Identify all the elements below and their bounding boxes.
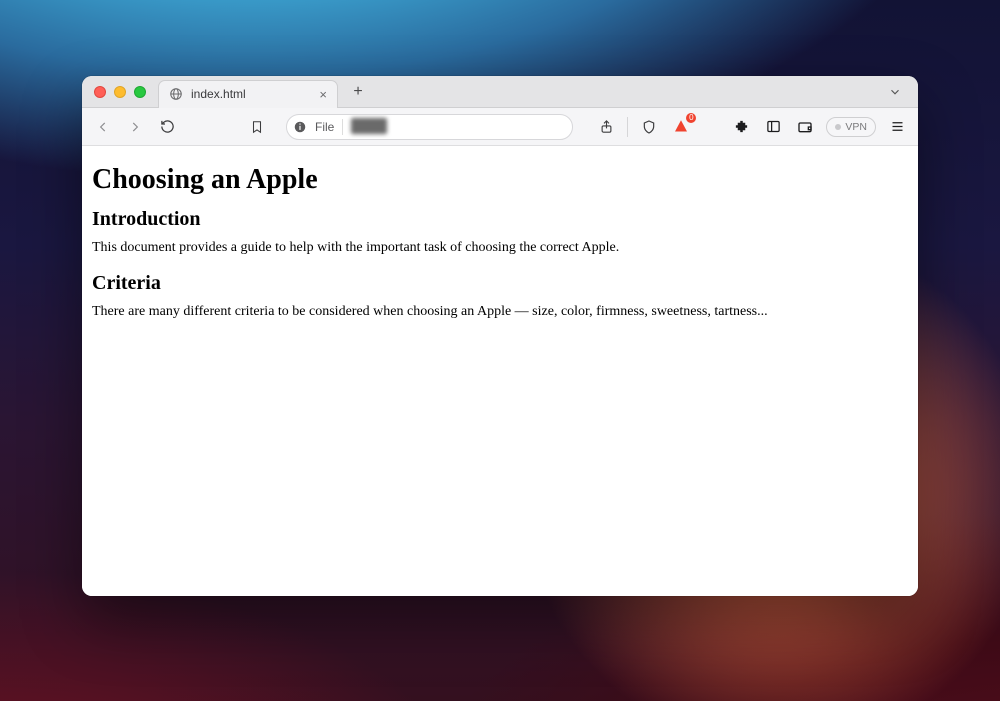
extensions-button[interactable]	[730, 116, 752, 138]
url-text[interactable]	[351, 118, 566, 136]
address-bar-wrapper: File	[278, 114, 581, 140]
page-viewport[interactable]: Choosing an Apple Introduction This docu…	[82, 146, 918, 596]
section-body: There are many different criteria to be …	[92, 303, 908, 322]
vpn-label: VPN	[845, 121, 867, 133]
browser-tab[interactable]: index.html ×	[158, 80, 338, 108]
window-close-button[interactable]	[94, 86, 106, 98]
section-heading: Criteria	[92, 272, 908, 295]
sidebar-button[interactable]	[762, 116, 784, 138]
page-heading-1: Choosing an Apple	[92, 164, 908, 196]
section-body: This document provides a guide to help w…	[92, 239, 908, 258]
plus-icon: +	[353, 83, 362, 101]
vpn-button[interactable]: VPN	[826, 117, 876, 137]
shields-button[interactable]	[638, 116, 660, 138]
toolbar-divider	[627, 117, 628, 137]
wallet-button[interactable]	[794, 116, 816, 138]
url-scheme-label: File	[315, 120, 334, 134]
url-redacted	[351, 118, 387, 134]
tabs-overflow-button[interactable]	[882, 83, 908, 101]
app-menu-button[interactable]	[886, 116, 908, 138]
nav-forward-button[interactable]	[124, 116, 146, 138]
site-info-icon[interactable]	[293, 120, 307, 134]
nav-back-button[interactable]	[92, 116, 114, 138]
tab-strip: index.html × +	[82, 76, 918, 108]
bookmark-button[interactable]	[246, 116, 268, 138]
toolbar: File 0	[82, 108, 918, 146]
new-tab-button[interactable]: +	[346, 80, 370, 104]
window-zoom-button[interactable]	[134, 86, 146, 98]
addr-separator	[342, 119, 343, 135]
address-bar[interactable]: File	[286, 114, 573, 140]
tab-close-button[interactable]: ×	[319, 88, 327, 101]
vpn-status-dot	[835, 124, 841, 130]
browser-window: index.html × + File	[82, 76, 918, 596]
share-button[interactable]	[595, 116, 617, 138]
rewards-badge: 0	[686, 113, 696, 123]
toolbar-right: 0 VPN	[595, 116, 908, 138]
window-controls	[82, 86, 158, 98]
section-heading: Introduction	[92, 208, 908, 231]
window-minimize-button[interactable]	[114, 86, 126, 98]
tab-title: index.html	[191, 87, 246, 101]
brave-rewards-button[interactable]: 0	[670, 116, 692, 138]
globe-icon	[169, 87, 183, 101]
reload-button[interactable]	[156, 116, 178, 138]
